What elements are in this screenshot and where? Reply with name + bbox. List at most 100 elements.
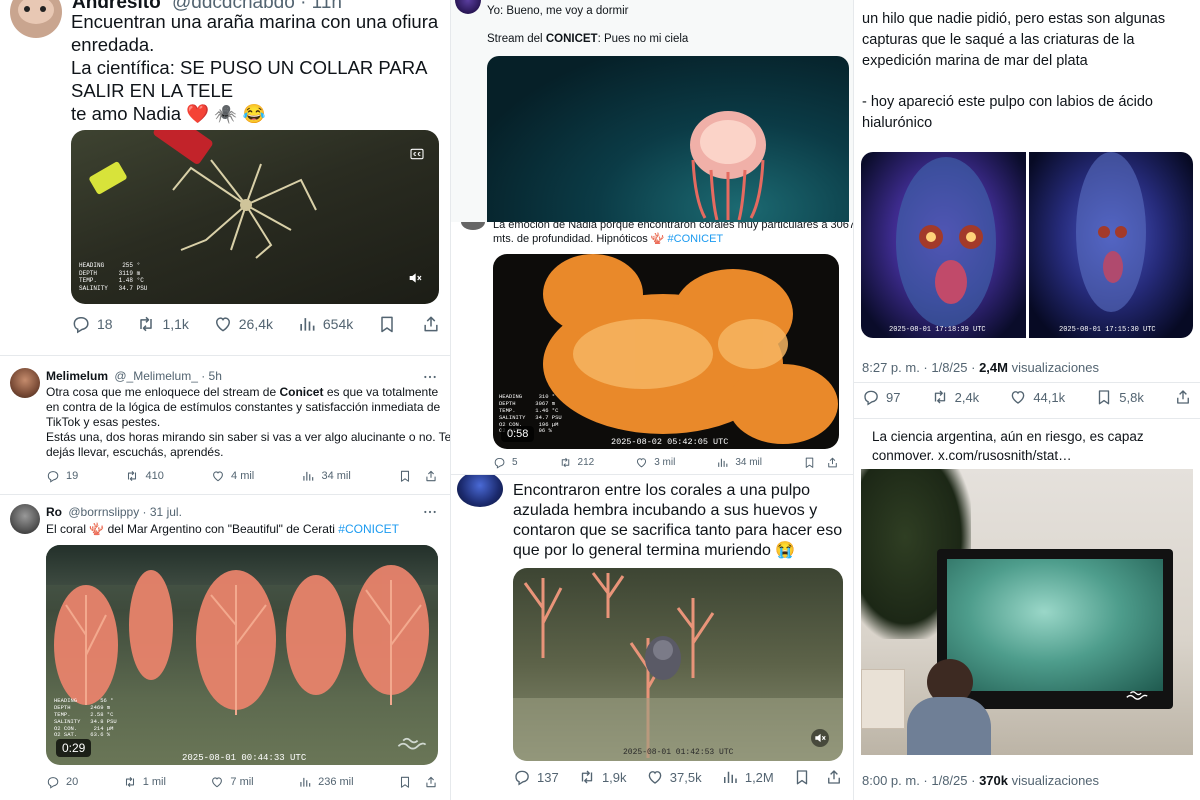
hashtag-link[interactable]: #CONICET [668, 233, 724, 245]
repost-button[interactable]: 1 mil [123, 775, 166, 789]
author-handle[interactable]: @borrnslippy · 31 jul. [68, 505, 182, 519]
child [897, 659, 991, 755]
reply-button[interactable]: 19 [46, 469, 78, 483]
bookmark-button[interactable]: 5,8k [1095, 388, 1144, 406]
reply-button[interactable]: 18 [71, 314, 113, 334]
bookmark-button[interactable] [377, 314, 397, 334]
mute-icon[interactable] [407, 270, 423, 286]
captions-icon[interactable] [409, 146, 425, 162]
like-button[interactable]: 44,1k [1009, 388, 1065, 406]
tweet-text-line[interactable]: conmover. x.com/rusosnith/stat… [872, 446, 1144, 465]
tweet-meta: 8:00 p. m. · 1/8/25 · 370k visualizacion… [862, 773, 1100, 788]
avatar[interactable] [10, 368, 40, 398]
bookmark-share [398, 775, 438, 789]
repost-button[interactable]: 1,9k [578, 768, 627, 786]
repost-button[interactable]: 1,1k [136, 314, 189, 334]
reply-button[interactable]: 137 [513, 768, 559, 786]
tweet-pulpo-azulada: Encontraron entre los corales a una pulp… [451, 475, 853, 800]
share-icon[interactable] [424, 469, 438, 483]
tweet-dormir: Yo: Bueno, me voy a dormir Stream del CO… [451, 0, 853, 222]
more-icon[interactable] [422, 504, 438, 520]
bookmark-icon[interactable] [803, 456, 816, 469]
reply-button[interactable]: 20 [46, 775, 78, 789]
author-handle[interactable]: @_Melimelum_ · 5h [114, 369, 222, 383]
tweet-andresito: Andresito @ddcdcnabdo · 11h Encuentran u… [0, 0, 450, 350]
bookmark-share [803, 456, 839, 469]
views-icon [298, 775, 312, 789]
share-icon[interactable] [424, 775, 438, 789]
tweet-text-line: un hilo que nadie pidió, pero estas son … [862, 11, 1166, 27]
repost-icon [931, 388, 949, 406]
like-button[interactable]: 26,4k [213, 314, 273, 334]
tweet-text-line: hialurónico [862, 115, 933, 131]
avatar[interactable] [455, 0, 481, 14]
avatar[interactable] [10, 504, 40, 534]
like-button[interactable]: 4 mil [211, 469, 254, 483]
video-octopus-coral[interactable]: 2025-08-01 01:42:53 UTC [513, 568, 843, 761]
bookmark-icon[interactable] [398, 469, 412, 483]
reply-button[interactable]: 97 [862, 388, 900, 406]
reply-button[interactable]: 5 [493, 456, 518, 469]
image-octopus-2[interactable]: 2025-08-01 17:15:30 UTC [1029, 152, 1193, 338]
image-child-watching-tv[interactable] [861, 469, 1193, 755]
tweet-text-line: azulada hembra incubando a sus huevos y [513, 502, 818, 519]
repost-button[interactable]: 410 [125, 469, 164, 483]
tweet-text: Encontraron entre los corales a una pulp… [513, 481, 842, 561]
views-button[interactable]: 654k [297, 314, 353, 334]
reply-icon [862, 388, 880, 406]
repost-button[interactable]: 2,4k [931, 388, 979, 406]
video-time-badge: 0:58 [501, 426, 535, 442]
bookmark-icon[interactable] [793, 768, 811, 786]
tweet-text-line: Stream del CONICET: Pues no mi cielа [487, 33, 689, 45]
reply-icon [493, 456, 506, 469]
views-icon [716, 456, 729, 469]
image-octopus-1[interactable]: 2025-08-01 17:18:39 UTC [861, 152, 1026, 338]
tweet-text-line: contaron que se sacrifica tanto para hac… [513, 522, 843, 539]
video-sea-spider[interactable]: HEADING 255 ° DEPTH 3119 m TEMP. 1.48 °C… [71, 130, 439, 304]
image-jellyfish[interactable] [487, 56, 849, 222]
reply-icon [46, 775, 60, 789]
mute-icon[interactable] [811, 729, 829, 747]
repost-icon [578, 768, 596, 786]
like-button[interactable]: 37,5k [646, 768, 702, 786]
video-orange-coral[interactable]: HEADING 310 ° DEPTH 3067 m TEMP. 1.46 °C… [493, 254, 839, 449]
like-button[interactable]: 7 mil [210, 775, 254, 789]
like-button[interactable]: 3 mil [635, 456, 675, 469]
bookmark-icon[interactable] [398, 775, 412, 789]
author-name[interactable]: Ro [46, 505, 62, 519]
views-button[interactable]: 34 mil [301, 469, 351, 483]
share-icon[interactable] [825, 768, 843, 786]
avatar[interactable] [461, 222, 485, 230]
share-icon[interactable] [826, 456, 839, 469]
views-count: 654k [322, 316, 354, 332]
bookmark-share [793, 768, 843, 786]
video-coral[interactable]: HEADING 56 ° DEPTH 2469 m TEMP. 2.58 °C … [46, 545, 438, 765]
video-telemetry-overlay: HEADING 255 ° DEPTH 3119 m TEMP. 1.48 °C… [79, 262, 148, 292]
sea-spider-shape [172, 159, 317, 259]
avatar[interactable] [10, 0, 62, 38]
share-button[interactable] [1174, 388, 1192, 406]
octopus-shape [1076, 152, 1146, 312]
share-button[interactable] [421, 314, 441, 334]
views-button[interactable]: 34 mil [716, 456, 762, 469]
reply-count: 18 [97, 316, 113, 332]
video-timestamp: 2025-08-02 05:42:05 UTC [611, 437, 729, 447]
hashtag-link[interactable]: #CONICET [338, 522, 399, 536]
tweet-ciencia-argentina: La ciencia argentina, aún en riesgo, es … [854, 419, 1200, 800]
tweet-hilo-pulpo: un hilo que nadie pidió, pero estas son … [854, 0, 1200, 418]
avatar[interactable] [457, 475, 503, 507]
more-icon[interactable] [422, 369, 438, 385]
views-button[interactable]: 236 mil [298, 775, 354, 789]
reply-icon [513, 768, 531, 786]
views-button[interactable]: 1,2M [721, 768, 774, 786]
reply-icon [71, 314, 91, 334]
tweet-melimelum: Melimelum @_Melimelum_ · 5h Otra cosa qu… [0, 356, 450, 492]
repost-button[interactable]: 212 [559, 456, 594, 469]
tweet-text-line: enredada. [71, 34, 155, 55]
tweet-text-line: Encontraron entre los corales a una pulp… [513, 482, 811, 499]
author-name[interactable]: Melimelum [46, 369, 108, 383]
like-icon [646, 768, 664, 786]
video-timestamp: 2025-08-01 01:42:53 UTC [623, 748, 734, 757]
tweet-text-line: Estás una, dos horas mirando sin saber s… [46, 430, 450, 444]
repost-count: 1,1k [162, 316, 189, 332]
